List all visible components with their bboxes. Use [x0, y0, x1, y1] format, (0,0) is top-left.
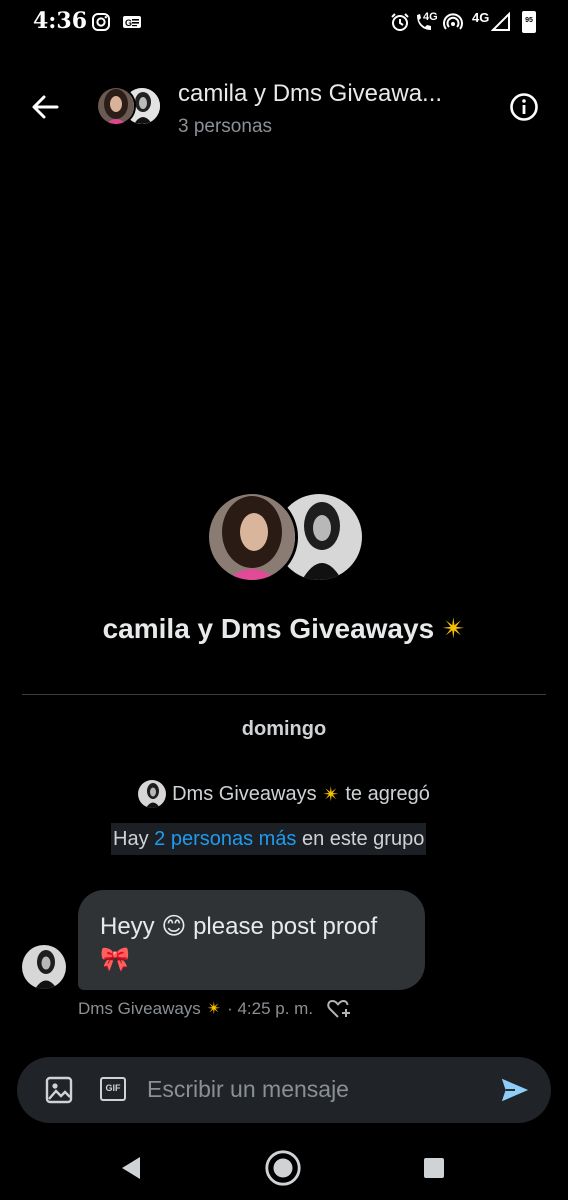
gif-button[interactable]: GIF [100, 1077, 126, 1101]
hotspot-icon [443, 13, 463, 30]
signal-icon [491, 12, 510, 31]
alarm-icon [391, 13, 409, 31]
more-suffix: en este grupo [302, 828, 425, 850]
added-text: te agregó [345, 782, 430, 805]
sparkle-emoji: ✴ [206, 999, 222, 1019]
message-bubble[interactable]: Heyy 😊 please post proof 🎀 [78, 890, 425, 990]
message-time: · 4:25 p. m. [227, 999, 314, 1018]
send-icon[interactable] [500, 1075, 530, 1105]
header-avatar-camila[interactable] [96, 86, 136, 126]
group-avatar-camila [206, 491, 298, 583]
header-title[interactable]: camila y Dms Giveawa... [178, 80, 498, 108]
message-meta: Dms Giveaways ✴ · 4:25 p. m. [78, 998, 353, 1020]
header-subtitle[interactable]: 3 personas [178, 116, 272, 138]
message-text-part1: Heyy [100, 913, 155, 940]
more-people-notice: Hay 2 personas más en este grupo [111, 823, 427, 855]
message-text-part2: please post proof [193, 913, 378, 940]
sparkle-emoji: ✴ [322, 782, 340, 806]
nav-recents-icon[interactable] [414, 1148, 454, 1188]
ribbon-emoji: 🎀 [100, 945, 130, 973]
more-people-link[interactable]: 2 personas más [154, 828, 296, 850]
news-icon: G [123, 16, 141, 28]
sparkle-emoji: ✴ [441, 612, 466, 645]
image-icon[interactable] [44, 1075, 74, 1105]
nav-back-icon[interactable] [112, 1148, 152, 1188]
message-input[interactable] [147, 1076, 477, 1103]
svg-text:G: G [125, 18, 132, 28]
add-reaction-heart-icon[interactable] [327, 998, 353, 1020]
message-sender-avatar[interactable] [22, 945, 66, 989]
added-notice: Dms Giveaways ✴ te agregó [0, 780, 568, 814]
back-arrow-icon[interactable] [30, 92, 60, 122]
battery-icon: 95 [522, 11, 536, 33]
network-label-left: 4G [423, 11, 438, 23]
group-name-text: camila y Dms Giveaways [102, 613, 435, 644]
group-name: camila y Dms Giveaways ✴ [0, 612, 568, 645]
instagram-icon [92, 13, 110, 31]
divider [22, 694, 546, 695]
info-icon[interactable] [509, 92, 539, 122]
status-time: 4:36 [33, 8, 88, 34]
day-separator: domingo [241, 718, 327, 740]
message-sender-name: Dms Giveaways [78, 999, 201, 1018]
nav-home-icon[interactable] [263, 1148, 303, 1188]
smile-emoji: 😊 [161, 912, 187, 940]
network-label-right: 4G [472, 10, 490, 25]
more-prefix: Hay [113, 828, 149, 850]
added-sender-name[interactable]: Dms Giveaways [172, 783, 316, 806]
battery-level: 95 [525, 17, 533, 24]
added-sender-avatar [138, 780, 167, 808]
gif-label: GIF [105, 1083, 121, 1093]
